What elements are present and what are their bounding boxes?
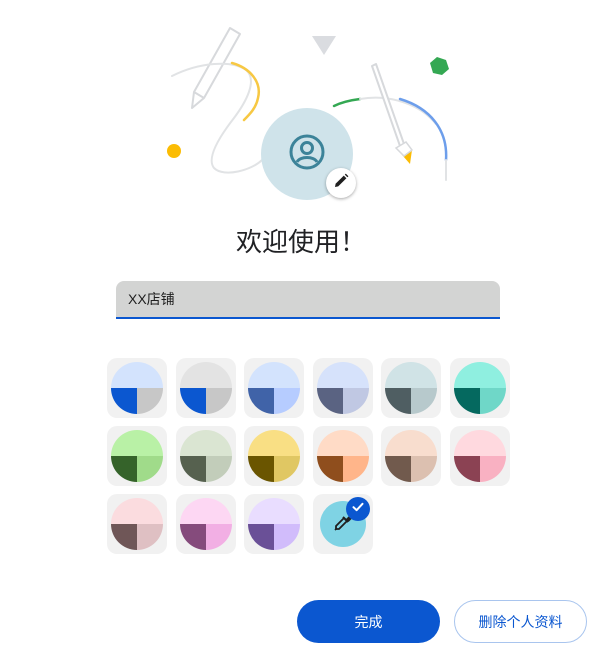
theme-color-circle — [111, 498, 163, 550]
theme-color-circle — [179, 430, 232, 482]
theme-color-circle — [111, 362, 163, 414]
theme-color-circle — [385, 430, 438, 482]
theme-color-circle — [385, 362, 438, 414]
theme-color-circle — [248, 430, 301, 482]
green-arc — [332, 97, 362, 108]
pencil-doodle-icon — [191, 27, 241, 109]
theme-swatch-6[interactable] — [449, 358, 510, 418]
theme-color-circle — [316, 362, 369, 414]
green-hexagon — [430, 57, 449, 75]
theme-swatch-14[interactable] — [175, 494, 236, 554]
yellow-arc — [230, 61, 261, 122]
squiggle-line — [171, 62, 263, 174]
theme-swatch-8[interactable] — [175, 426, 236, 486]
theme-color-circle — [316, 430, 369, 482]
theme-swatch-5[interactable] — [381, 358, 442, 418]
checkmark-icon — [351, 500, 365, 519]
theme-color-circle — [453, 362, 506, 414]
theme-swatch-15[interactable] — [244, 494, 305, 554]
theme-swatch-3[interactable] — [244, 358, 305, 418]
theme-color-grid — [107, 358, 511, 554]
theme-color-circle — [453, 430, 506, 482]
grey-triangle — [312, 36, 336, 55]
theme-swatch-13[interactable] — [107, 494, 167, 554]
edit-avatar-button[interactable] — [326, 168, 356, 198]
theme-swatch-4[interactable] — [312, 358, 373, 418]
profile-name-input[interactable] — [116, 281, 500, 319]
theme-swatch-12[interactable] — [449, 426, 510, 486]
theme-color-circle — [179, 362, 232, 414]
theme-color-circle — [111, 430, 163, 482]
paintbrush-doodle-icon — [371, 63, 414, 164]
done-button[interactable]: 完成 — [297, 600, 440, 643]
theme-swatch-9[interactable] — [244, 426, 305, 486]
theme-color-circle — [248, 362, 301, 414]
delete-profile-button[interactable]: 删除个人资料 — [454, 600, 587, 643]
welcome-title: 欢迎使用！ — [235, 227, 366, 257]
theme-color-circle — [248, 498, 301, 550]
person-circle-icon — [288, 133, 326, 176]
theme-swatch-7[interactable] — [107, 426, 167, 486]
theme-color-circle — [179, 498, 232, 550]
theme-swatch-10[interactable] — [312, 426, 373, 486]
selected-badge — [345, 497, 370, 521]
yellow-dot — [167, 144, 181, 158]
custom-color-swatch[interactable] — [312, 494, 373, 554]
theme-swatch-11[interactable] — [381, 426, 442, 486]
theme-swatch-1[interactable] — [107, 358, 167, 418]
pencil-icon — [333, 173, 349, 194]
theme-swatch-2[interactable] — [175, 358, 236, 418]
